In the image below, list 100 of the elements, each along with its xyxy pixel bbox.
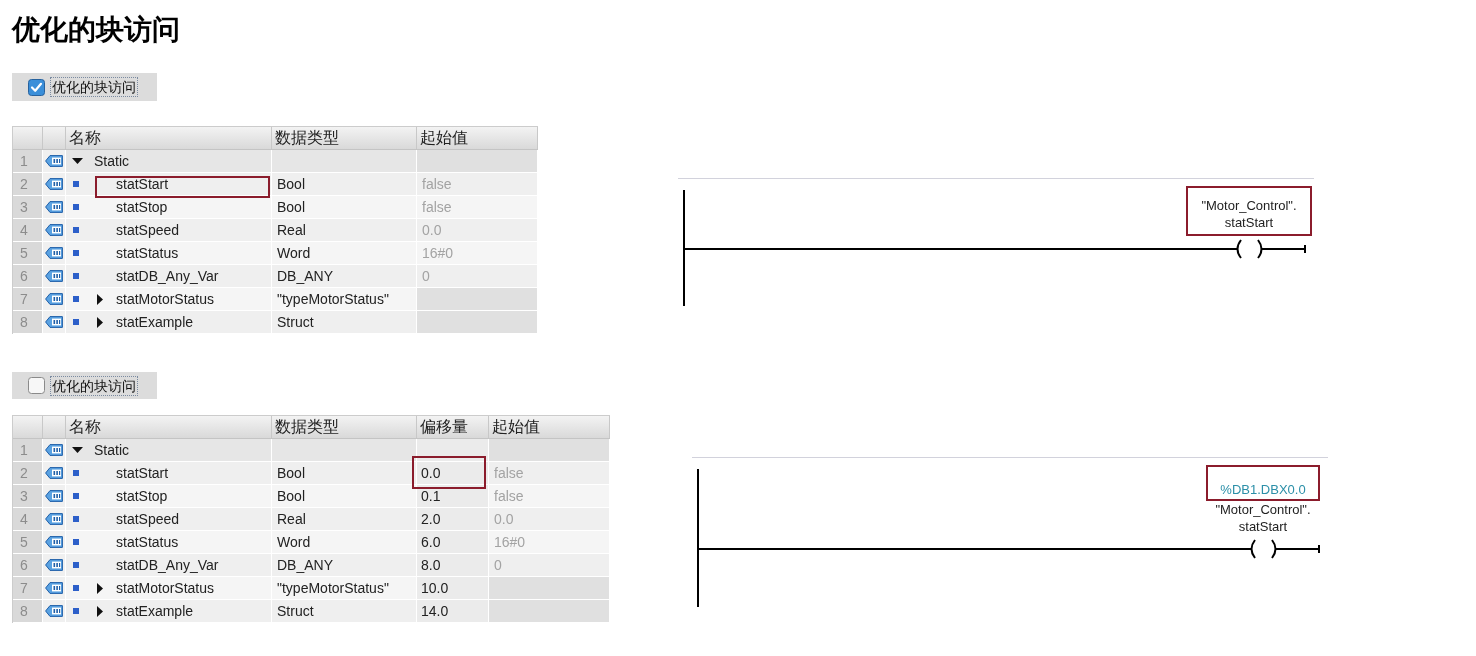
row-number: 3: [13, 485, 43, 507]
square-icon: [73, 562, 79, 568]
table-cell: false: [489, 485, 610, 507]
table-cell: 0.0: [489, 508, 610, 530]
square-icon: [73, 493, 79, 499]
square-icon: [73, 608, 79, 614]
coil-symbol: [1236, 239, 1263, 259]
table-cell: 0: [489, 554, 610, 576]
checkbox[interactable]: [28, 78, 45, 96]
table-cell: 6.0: [417, 531, 489, 553]
row-number: 5: [13, 242, 43, 264]
table-cell: false: [489, 462, 610, 484]
table-cell: DB_ANY: [272, 265, 417, 287]
square-icon: [73, 204, 79, 210]
coil-symbol: [1250, 539, 1277, 559]
row-number: 8: [13, 311, 43, 333]
row-number: 6: [13, 265, 43, 287]
table-cell: Struct: [272, 600, 417, 622]
row-number: 2: [13, 173, 43, 195]
table-cell: 10.0: [417, 577, 489, 599]
variable-name: statDB_Any_Var: [116, 267, 219, 286]
square-icon: [73, 181, 79, 187]
variable-name: Static: [94, 152, 129, 171]
operand-label: "Motor_Control". statStart: [1201, 197, 1297, 232]
variable-name: statMotorStatus: [116, 579, 215, 598]
column-header: 起始值: [417, 127, 538, 149]
column-header: 数据类型: [272, 127, 417, 149]
row-number: 1: [13, 150, 43, 172]
rung-wire: [1275, 544, 1320, 554]
square-icon: [73, 250, 79, 256]
caret-right-icon[interactable]: [97, 293, 103, 305]
row-number: 5: [13, 531, 43, 553]
variable-name: statMotorStatus: [116, 290, 215, 309]
operand-label: "Motor_Control". statStart: [1215, 501, 1311, 535]
table-cell: Real: [272, 219, 417, 241]
variable-name: statStop: [116, 198, 168, 217]
variable-name: statDB_Any_Var: [116, 556, 219, 575]
table-cell: Bool: [272, 196, 417, 218]
square-icon: [73, 296, 79, 302]
square-icon: [73, 470, 79, 476]
row-number: 7: [13, 288, 43, 310]
column-header: 名称: [66, 127, 272, 149]
table-cell: 0.1: [417, 485, 489, 507]
table-cell: "typeMotorStatus": [272, 577, 417, 599]
variable-name: statSpeed: [116, 221, 180, 240]
square-icon: [73, 227, 79, 233]
square-icon: [73, 319, 79, 325]
variable-name: statStatus: [116, 533, 179, 552]
table-cell: false: [417, 196, 538, 218]
caret-right-icon[interactable]: [97, 316, 103, 328]
variable-name: statSpeed: [116, 510, 180, 529]
table-cell: 8.0: [417, 554, 489, 576]
table-cell: Real: [272, 508, 417, 530]
table-cell: Bool: [272, 485, 417, 507]
caret-down-icon[interactable]: [72, 447, 83, 453]
square-icon: [73, 539, 79, 545]
variable-name: statExample: [116, 313, 194, 332]
variable-name: Static: [94, 441, 129, 460]
row-number: 6: [13, 554, 43, 576]
page-title: 优化的块访问: [12, 13, 180, 47]
variable-name: statStop: [116, 487, 168, 506]
column-header: 起始值: [489, 416, 610, 438]
column-header: 名称: [66, 416, 272, 438]
table-cell: Word: [272, 531, 417, 553]
caret-right-icon[interactable]: [97, 605, 103, 617]
row-number: 1: [13, 439, 43, 461]
table-cell: 16#0: [417, 242, 538, 264]
table-cell: DB_ANY: [272, 554, 417, 576]
table-cell: 2.0: [417, 508, 489, 530]
row-number: 4: [13, 508, 43, 530]
column-header: 数据类型: [272, 416, 417, 438]
table-cell: Struct: [272, 311, 417, 333]
row-number: 4: [13, 219, 43, 241]
caret-right-icon[interactable]: [97, 582, 103, 594]
table-cell: Word: [272, 242, 417, 264]
square-icon: [73, 273, 79, 279]
address-label: %DB1.DBX0.0: [1220, 481, 1306, 498]
table-cell: false: [417, 173, 538, 195]
table-cell: 16#0: [489, 531, 610, 553]
square-icon: [73, 585, 79, 591]
table-cell: "typeMotorStatus": [272, 288, 417, 310]
row-number: 2: [13, 462, 43, 484]
rung-wire: [1261, 244, 1306, 254]
checkbox-label[interactable]: 优化的块访问: [50, 77, 138, 97]
variable-name: statStart: [116, 464, 169, 483]
table-cell: Bool: [272, 462, 417, 484]
variable-name: statExample: [116, 602, 194, 621]
variable-name: statStatus: [116, 244, 179, 263]
variable-name: statStart: [116, 175, 169, 194]
checkbox[interactable]: [28, 377, 45, 394]
table-cell: 0: [417, 265, 538, 287]
row-number: 8: [13, 600, 43, 622]
caret-down-icon[interactable]: [72, 158, 83, 164]
table-cell: 14.0: [417, 600, 489, 622]
table-cell: Bool: [272, 173, 417, 195]
row-number: 3: [13, 196, 43, 218]
table-cell: 0.0: [417, 219, 538, 241]
row-number: 7: [13, 577, 43, 599]
checkbox-label[interactable]: 优化的块访问: [50, 375, 138, 396]
column-header: 偏移量: [417, 416, 489, 438]
